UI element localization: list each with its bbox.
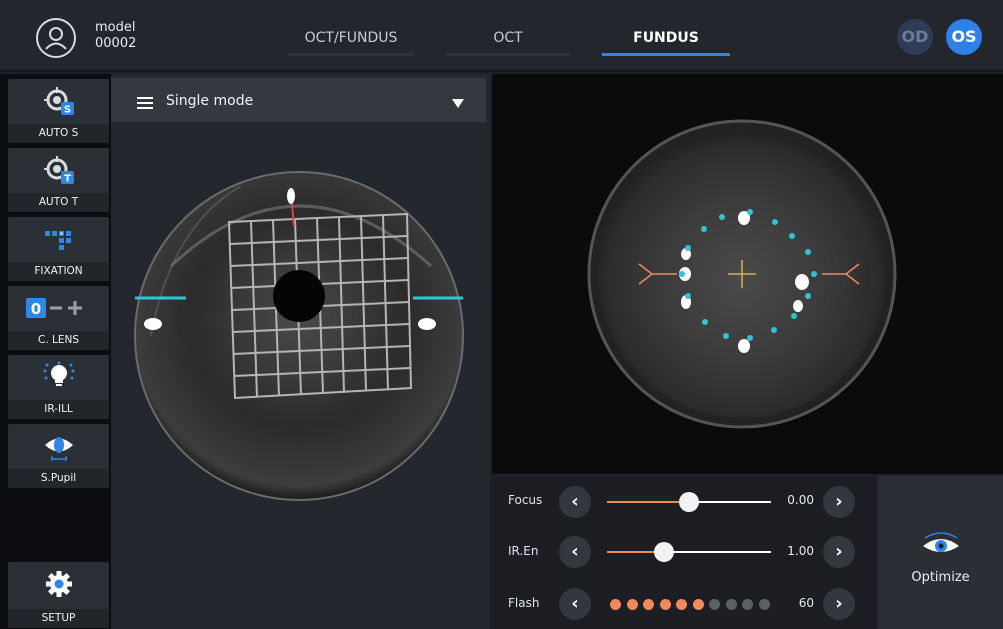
iren-value: 1.00 (787, 544, 814, 558)
bulb-icon (43, 361, 74, 386)
sidebar-item-fixation[interactable]: FIXATION (8, 217, 109, 281)
target-s-icon: S (43, 87, 74, 116)
flash-level-dot (692, 599, 704, 610)
flash-level-dot (610, 599, 621, 610)
lens-toggle-icon: 0 (25, 298, 82, 318)
top-bar: model 00002 OCT/FUNDUS OCT FUNDUS OD OS (0, 0, 1003, 72)
gear-icon (45, 571, 72, 597)
focus-slider-knob[interactable] (679, 492, 699, 512)
user-avatar-icon[interactable] (36, 18, 76, 58)
tab-oct-fundus[interactable]: OCT/FUNDUS (288, 30, 414, 56)
iren-label: IR.En (508, 544, 539, 558)
flash-value: 60 (798, 596, 814, 610)
sidebar-item-label: IR-ILL (8, 400, 109, 419)
anterior-camera-image[interactable] (111, 126, 489, 536)
mode-select-value: Single mode (166, 93, 254, 109)
tab-fundus[interactable]: FUNDUS (602, 30, 730, 56)
fixation-grid-icon (44, 231, 71, 250)
control-panel: Focus ‹ 0.00 › IR.En ‹ 1.00 › Flash ‹ 60… (492, 476, 876, 629)
sidebar-item-label: C. LENS (8, 331, 109, 350)
svg-text:T: T (64, 174, 71, 185)
focus-increase-button[interactable]: › (823, 486, 855, 518)
eye-pupil-icon (44, 437, 73, 461)
flash-level-dot (742, 599, 753, 610)
user-id: 00002 (95, 36, 137, 51)
fundus-camera-image[interactable] (492, 74, 1003, 474)
tab-label: OCT/FUNDUS (304, 30, 398, 46)
tab-oct[interactable]: OCT (445, 30, 571, 56)
sidebar-item-label: AUTO S (8, 124, 109, 143)
flash-increase-button[interactable]: › (823, 588, 855, 620)
tab-label: OCT (493, 30, 523, 46)
anterior-view-panel: Single mode (111, 74, 489, 629)
iren-increase-button[interactable]: › (823, 536, 855, 568)
flash-level-dot (676, 599, 687, 610)
sidebar-item-auto-s[interactable]: S AUTO S (8, 79, 109, 143)
flash-level-dot (659, 599, 671, 610)
optimize-button[interactable]: Optimize (878, 476, 1003, 629)
user-label: model (95, 20, 136, 35)
svg-text:S: S (63, 105, 70, 116)
svg-text:0: 0 (30, 300, 40, 318)
sidebar-item-label: AUTO T (8, 193, 109, 212)
sidebar-item-auto-t[interactable]: T AUTO T (8, 148, 109, 212)
menu-icon (137, 97, 153, 109)
optimize-label: Optimize (911, 570, 970, 585)
sidebar-item-label: FIXATION (8, 262, 109, 281)
focus-decrease-button[interactable]: ‹ (559, 486, 591, 518)
focus-slider-track[interactable] (607, 501, 689, 503)
tab-label: FUNDUS (633, 30, 699, 46)
chevron-down-icon (452, 99, 464, 108)
flash-decrease-button[interactable]: ‹ (559, 588, 591, 620)
flash-level-dot (709, 599, 720, 610)
eye-od-button[interactable]: OD (897, 19, 933, 55)
flash-level-dot (725, 599, 737, 610)
sidebar-item-ir-ill[interactable]: IR-ILL (8, 355, 109, 419)
flash-level-dot (758, 599, 770, 610)
sidebar-item-s-pupil[interactable]: S.Pupil (8, 424, 109, 488)
setup-button[interactable]: SETUP (8, 562, 109, 628)
flash-level-dot (626, 599, 638, 610)
fundus-view-panel (492, 74, 1003, 474)
setup-label: SETUP (8, 609, 109, 628)
sidebar: S AUTO S T AUTO T FIXATION 0 C. LENS IR-… (0, 74, 111, 629)
patient-info: model 00002 (95, 20, 136, 52)
focus-label: Focus (508, 493, 543, 507)
eye-os-button[interactable]: OS (946, 19, 982, 55)
eye-icon (923, 532, 959, 552)
iren-slider-knob[interactable] (654, 542, 675, 562)
flash-label: Flash (508, 596, 540, 610)
mode-select[interactable]: Single mode (111, 78, 486, 122)
flash-level-dot (643, 599, 654, 610)
sidebar-item-label: S.Pupil (8, 469, 109, 488)
focus-value: 0.00 (787, 493, 814, 507)
sidebar-item-c-lens[interactable]: 0 C. LENS (8, 286, 109, 350)
iren-decrease-button[interactable]: ‹ (559, 536, 591, 568)
target-t-icon: T (43, 156, 74, 185)
